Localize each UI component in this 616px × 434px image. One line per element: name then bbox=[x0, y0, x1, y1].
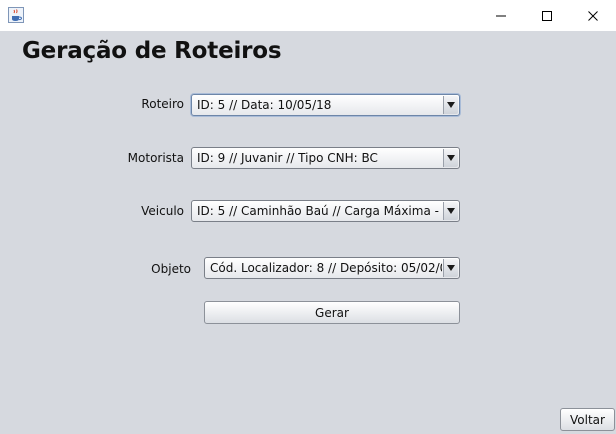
objeto-select[interactable]: Cód. Localizador: 8 // Depósito: 05/02/0… bbox=[204, 257, 460, 279]
minimize-icon[interactable] bbox=[478, 0, 524, 31]
motorista-selected-value: ID: 9 // Juvanir // Tipo CNH: BC bbox=[197, 151, 378, 165]
title-bar bbox=[0, 0, 616, 31]
java-cup-icon bbox=[8, 7, 24, 23]
veiculo-label: Veiculo bbox=[141, 204, 184, 218]
motorista-select[interactable]: ID: 9 // Juvanir // Tipo CNH: BC bbox=[191, 147, 460, 169]
chevron-down-icon[interactable] bbox=[443, 96, 458, 114]
voltar-button[interactable]: Voltar bbox=[560, 408, 615, 431]
chevron-down-icon[interactable] bbox=[443, 202, 458, 220]
veiculo-select[interactable]: ID: 5 // Caminhão Baú // Carga Máxima - … bbox=[191, 200, 460, 222]
chevron-down-icon[interactable] bbox=[443, 149, 458, 167]
page-title: Geração de Roteiros bbox=[22, 38, 282, 64]
close-icon[interactable] bbox=[570, 0, 616, 31]
objeto-selected-value: Cód. Localizador: 8 // Depósito: 05/02/0… bbox=[210, 261, 442, 275]
roteiro-select[interactable]: ID: 5 // Data: 10/05/18 bbox=[191, 94, 460, 116]
gerar-button[interactable]: Gerar bbox=[204, 301, 460, 324]
chevron-down-icon[interactable] bbox=[443, 259, 458, 277]
maximize-icon[interactable] bbox=[524, 0, 570, 31]
motorista-label: Motorista bbox=[127, 151, 184, 165]
objeto-label: Objeto bbox=[151, 262, 191, 276]
veiculo-selected-value: ID: 5 // Caminhão Baú // Carga Máxima - … bbox=[197, 204, 442, 218]
roteiro-label: Roteiro bbox=[141, 97, 184, 111]
roteiro-selected-value: ID: 5 // Data: 10/05/18 bbox=[197, 98, 332, 112]
